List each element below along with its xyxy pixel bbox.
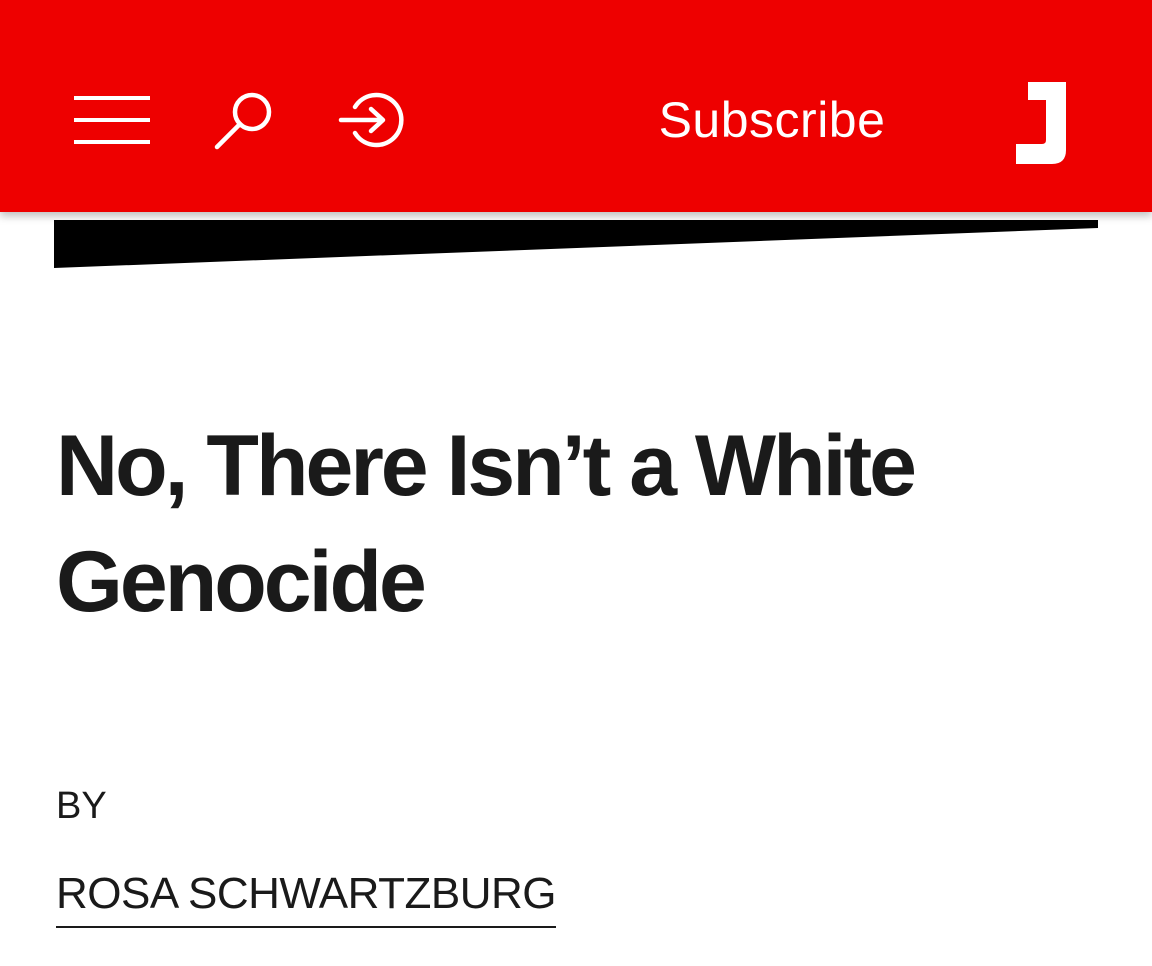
site-header: Subscribe: [0, 0, 1152, 212]
author-link[interactable]: ROSA SCHWARTZBURG: [56, 866, 557, 928]
article-headline: No, There Isn’t a White Genocide: [56, 418, 917, 630]
decorative-divider: [54, 220, 1098, 268]
sign-in-icon[interactable]: [338, 92, 408, 148]
hamburger-menu-icon[interactable]: [74, 94, 150, 146]
byline-label: BY: [56, 785, 107, 827]
subscribe-button[interactable]: Subscribe: [600, 88, 944, 152]
search-icon[interactable]: [212, 90, 274, 152]
jacobin-logo-icon[interactable]: [1012, 80, 1068, 166]
